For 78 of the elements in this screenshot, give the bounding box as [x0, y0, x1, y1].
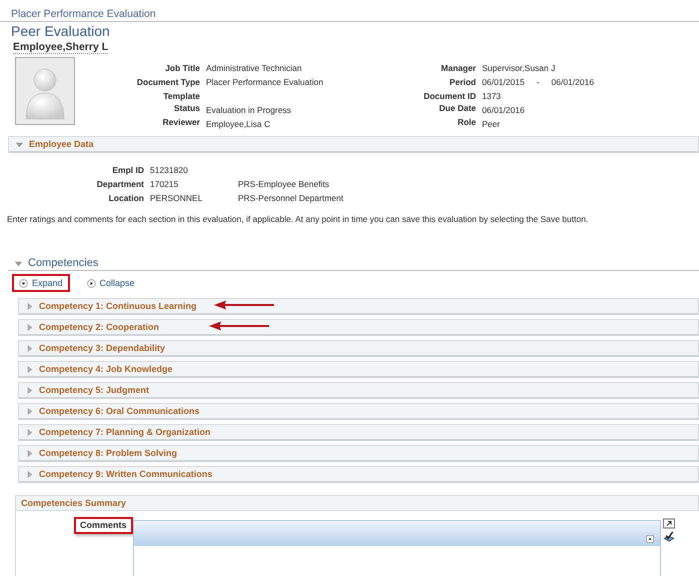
field-label: Document Type: [136, 76, 200, 89]
field-value: PERSONNEL: [150, 192, 204, 205]
arrow-annotation: [214, 300, 274, 310]
expand-triangle-icon: [25, 428, 34, 436]
section-title: Employee Data: [29, 139, 94, 149]
arrow-annotation: [209, 321, 269, 331]
expand-icon: [19, 278, 28, 288]
competency-header[interactable]: Competency 1: Continuous Learning: [18, 298, 699, 315]
breadcrumb: Placer Performance Evaluation: [0, 0, 699, 22]
field-value: Employee,Lisa C: [206, 118, 272, 131]
scroll-up-icon[interactable]: [646, 535, 654, 543]
field-value: 1373: [482, 90, 501, 103]
competency-title: Competency 8: Problem Solving: [39, 448, 178, 458]
collapse-icon: [86, 278, 96, 288]
field-label: Empl ID: [111, 164, 144, 177]
expand-triangle-icon: [25, 448, 34, 458]
expand-triangle-icon: [25, 302, 34, 310]
competency-title: Competency 6: Oral Communications: [39, 406, 200, 416]
expand-window-icon[interactable]: [662, 518, 675, 529]
competency-header[interactable]: Competency 7: Planning & Organization: [18, 424, 699, 441]
competency-title: Competency 3: Dependability: [39, 343, 166, 353]
competency-header[interactable]: Competency 4: Job Knowledge: [18, 361, 699, 378]
competency-title: Competency 1: Continuous Learning: [39, 301, 197, 311]
expand-triangle-icon: [25, 364, 34, 374]
field-label: Department: [96, 178, 144, 191]
collapse-triangle-icon: [15, 140, 24, 148]
collapse-triangle-icon: [14, 258, 23, 268]
field-label: Job Title: [164, 62, 200, 75]
field-description: PRS-Personnel Department: [238, 192, 344, 205]
field-label: Due Date: [438, 103, 476, 115]
field-label: Document ID: [422, 90, 476, 103]
competency-title: Competency 5: Judgment: [39, 385, 150, 395]
field-label: Location: [108, 192, 144, 205]
competency-title: Competency 2: Cooperation: [39, 322, 160, 332]
competency-title: Competency 9: Written Communications: [39, 469, 212, 479]
field-value: Evaluation in Progress: [206, 104, 292, 117]
instructions-text: Enter ratings and comments for each section in this evaluation, if applicable. At any point in time you can save this evaluation by selecting the Save button.: [7, 214, 590, 224]
section-header[interactable]: Employee Data: [8, 136, 699, 153]
employee-name: Employee,Sherry L: [13, 41, 108, 54]
separator: -: [536, 76, 540, 89]
field-label: Manager: [440, 62, 476, 75]
avatar-icon: [15, 57, 75, 125]
field-label: Role: [456, 117, 476, 129]
expand-link[interactable]: Expand: [12, 274, 70, 292]
section-title: Competencies: [28, 257, 98, 269]
field-value: 170215: [150, 178, 180, 191]
field-value: 06/01/2015: [482, 76, 525, 89]
competency-header[interactable]: Competency 8: Problem Solving: [18, 445, 699, 462]
competency-header[interactable]: Competency 9: Written Communications: [18, 466, 699, 483]
collapse-link[interactable]: Collapse: [80, 274, 142, 292]
field-value: Placer Performance Evaluation: [206, 76, 324, 89]
field-label: Period: [448, 76, 476, 89]
expand-triangle-icon: [25, 386, 34, 394]
competency-header[interactable]: Competency 5: Judgment: [18, 382, 699, 399]
field-label: Template: [162, 90, 200, 103]
expand-triangle-icon: [25, 344, 34, 352]
competency-title: Competency 7: Planning & Organization: [39, 427, 211, 437]
competency-header[interactable]: Competency 6: Oral Communications: [18, 403, 699, 420]
field-value: 06/01/2016: [482, 104, 525, 117]
field-value: Administrative Technician: [206, 62, 303, 75]
expand-triangle-icon: [25, 470, 34, 478]
field-description: PRS-Employee Benefits: [238, 178, 330, 191]
competency-header[interactable]: Competency 3: Dependability: [18, 340, 699, 357]
field-value: Peer: [482, 118, 500, 131]
expand-triangle-icon: [25, 322, 34, 332]
expand-triangle-icon: [25, 406, 34, 416]
field-value: 06/01/2016: [551, 76, 594, 89]
page-title: Peer Evaluation: [10, 22, 111, 39]
competency-title: Competency 4: Job Knowledge: [39, 364, 173, 374]
section-header[interactable]: Competencies: [8, 257, 699, 271]
field-label: Reviewer: [162, 117, 200, 129]
field-label: Status: [173, 103, 200, 115]
field-value: 51231820: [150, 164, 189, 177]
field-value: Supervisor,Susan J: [482, 62, 556, 75]
comments-label: Comments: [74, 517, 133, 534]
section-title: Competencies Summary: [21, 498, 126, 508]
spell-check-icon[interactable]: [662, 531, 675, 542]
competency-header[interactable]: Competency 2: Cooperation: [18, 319, 699, 336]
